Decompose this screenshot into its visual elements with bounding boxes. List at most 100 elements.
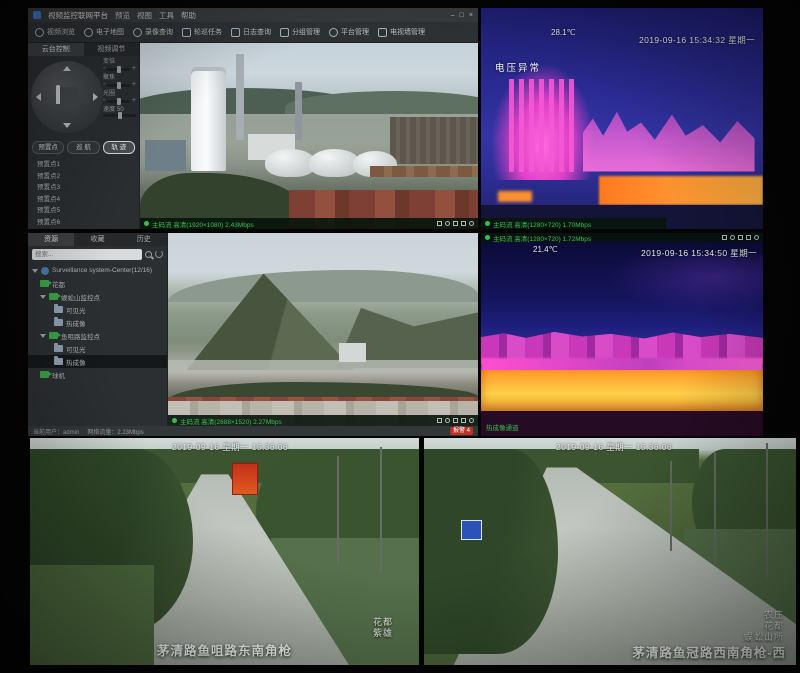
playback-icon <box>133 28 142 37</box>
snapshot-icon[interactable] <box>437 221 442 226</box>
caret-icon[interactable] <box>32 269 38 273</box>
monitor-middle-left: 资源 收藏 历史 Surveillance system-Center(12/1… <box>28 233 478 436</box>
tab-history[interactable]: 历史 <box>121 233 167 246</box>
search-input[interactable] <box>32 249 142 260</box>
tree-root[interactable]: Surveillance system-Center(12/16) <box>28 264 167 277</box>
search-icon[interactable] <box>145 251 152 258</box>
emap-icon <box>84 28 93 37</box>
tree-channel[interactable]: 可见光 <box>28 342 167 355</box>
log-icon <box>231 28 240 37</box>
monitor-top-right[interactable]: 28.1℃ 电压异常 2019-09-16 15:34:32 星期一 主码流 高… <box>481 8 763 229</box>
ptz-down-arrow-icon[interactable] <box>63 123 71 128</box>
menu-view[interactable]: 视图 <box>137 10 152 21</box>
toolbar-patrol[interactable]: 轮巡任务 <box>182 27 222 37</box>
zoom-slider[interactable]: 变倍 -+ <box>103 59 136 72</box>
thermal-scene-buildings <box>481 242 763 436</box>
ptz-joystick[interactable] <box>31 61 103 133</box>
toolbar-platform[interactable]: 平台管理 <box>329 27 369 37</box>
camera-name-label: 茅清路鱼咀路东南角枪 <box>157 640 292 659</box>
toolbar-video-browse[interactable]: 视频浏览 <box>35 27 75 37</box>
caret-icon[interactable] <box>40 295 46 299</box>
tab-video-adjust[interactable]: 视频调节 <box>84 43 140 56</box>
osd-timestamp: 2019-09-16 星期一 15:36:06 <box>172 441 288 453</box>
toolbar-tvwall[interactable]: 电视墙管理 <box>378 27 425 37</box>
preset-item[interactable]: 预置点4 <box>37 194 139 206</box>
ptz-left-arrow-icon[interactable] <box>36 93 41 101</box>
snapshot-icon[interactable] <box>437 418 442 423</box>
close-stream-icon[interactable] <box>469 418 474 423</box>
stream-ok-icon <box>485 235 490 240</box>
close-button[interactable]: × <box>469 12 473 19</box>
track-button[interactable]: 轨 迹 <box>103 141 135 154</box>
folder-icon <box>54 345 63 352</box>
minimize-button[interactable]: – <box>451 12 455 19</box>
camera-icon <box>49 332 58 339</box>
monitor-bottom-left[interactable]: 2019-09-16 星期一 15:36:06 花都 紫雄 茅清路鱼咀路东南角枪 <box>30 438 419 665</box>
snapshot-icon[interactable] <box>722 235 727 240</box>
video-browse-icon <box>35 28 44 37</box>
menu-preview[interactable]: 预览 <box>115 10 130 21</box>
tree-device[interactable]: 鱼咀路监控点 <box>28 329 167 342</box>
video-tile-mountain[interactable]: 主码流 高清(2688×1520) 2.27Mbps <box>168 233 478 426</box>
video-tile-industrial[interactable]: 主码流 高清(1920×1080) 2.43Mbps <box>140 43 478 229</box>
close-stream-icon[interactable] <box>754 235 759 240</box>
toolbar-playback[interactable]: 录像查询 <box>133 27 173 37</box>
iris-slider[interactable]: 光圈 -+ <box>103 91 136 104</box>
caret-icon[interactable] <box>40 334 46 338</box>
preset-item[interactable]: 预置点3 <box>37 182 139 194</box>
menu-tools[interactable]: 工具 <box>159 10 174 21</box>
toolbar-emap[interactable]: 电子地图 <box>84 27 124 37</box>
close-stream-icon[interactable] <box>469 221 474 226</box>
record-icon[interactable] <box>445 418 450 423</box>
tree-device[interactable]: 球机 <box>28 368 167 381</box>
ptz-up-arrow-icon[interactable] <box>63 66 71 71</box>
record-icon[interactable] <box>445 221 450 226</box>
tree-channel[interactable]: 可见光 <box>28 303 167 316</box>
preset-item[interactable]: 预置点2 <box>37 171 139 183</box>
record-icon[interactable] <box>730 235 735 240</box>
tab-favorites[interactable]: 收藏 <box>74 233 120 246</box>
fullscreen-icon[interactable] <box>461 221 466 226</box>
platform-icon <box>329 28 338 37</box>
audio-icon[interactable] <box>738 235 743 240</box>
refresh-icon[interactable] <box>155 250 163 258</box>
toolbar-log[interactable]: 日志查询 <box>231 27 271 37</box>
preset-item[interactable]: 预置点5 <box>37 205 139 217</box>
focus-slider[interactable]: 聚焦 -+ <box>103 75 136 88</box>
fullscreen-icon[interactable] <box>746 235 751 240</box>
camera-name-label: 茅清路鱼冠路西南角枪-西 <box>632 642 786 661</box>
preset-item[interactable]: 预置点6 <box>37 217 139 229</box>
device-tree: Surveillance system-Center(12/16) 花都 蜈蚣山… <box>28 262 167 426</box>
stream-status-text: 主码流 高清(1280×720) 1.70Mbps <box>493 219 591 229</box>
stream-ok-icon <box>144 221 149 226</box>
tree-channel-selected[interactable]: 热成像 <box>28 355 167 368</box>
monitor-bottom-right[interactable]: 2019-09-16 星期一 15:36:06 农庄 花都 蜈蚣山所 茅清路鱼冠… <box>424 438 796 665</box>
audio-icon[interactable] <box>453 221 458 226</box>
monitor-middle-right[interactable]: 主码流 高清(1280×720) 1.72Mbps 21.4℃ 2019-09-… <box>481 233 763 436</box>
osd-watermarks: 农庄 花都 蜈蚣山所 <box>744 610 784 643</box>
speed-slider[interactable]: 速度50 <box>103 107 136 117</box>
maximize-button[interactable]: □ <box>460 12 464 19</box>
fullscreen-icon[interactable] <box>461 418 466 423</box>
utility-pole <box>714 452 716 566</box>
industrial-plant-scene <box>140 43 478 229</box>
tree-device[interactable]: 蜈蚣山监控点 <box>28 290 167 303</box>
cruise-button[interactable]: 巡 航 <box>67 141 99 154</box>
ptz-right-arrow-icon[interactable] <box>93 93 98 101</box>
thermal-channel-osd: 热成像通道 <box>486 422 519 432</box>
alarm-badge[interactable]: 报警 4 <box>450 427 473 435</box>
menu-help[interactable]: 帮助 <box>181 10 196 21</box>
preset-button[interactable]: 预置点 <box>32 141 64 154</box>
tree-channel[interactable]: 热成像 <box>28 316 167 329</box>
toolbar-group[interactable]: 分组管理 <box>280 27 320 37</box>
utility-pole <box>380 447 382 574</box>
preset-item[interactable]: 预置点7 <box>37 228 139 229</box>
statusbar-network: 网络流量：2.23Mbps <box>87 427 143 436</box>
audio-icon[interactable] <box>453 418 458 423</box>
ptz-lock-icon[interactable] <box>56 87 78 107</box>
tree-device[interactable]: 花都 <box>28 277 167 290</box>
preset-item[interactable]: 预置点1 <box>37 159 139 171</box>
tab-ptz-control[interactable]: 云台控制 <box>28 43 84 56</box>
stream-status-bar: 主码流 高清(1280×720) 1.72Mbps <box>481 233 763 242</box>
tab-resources[interactable]: 资源 <box>28 233 74 246</box>
